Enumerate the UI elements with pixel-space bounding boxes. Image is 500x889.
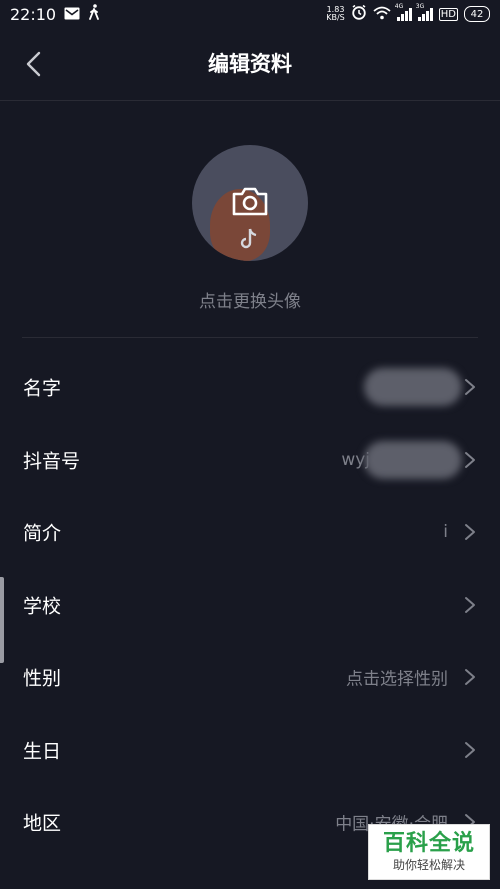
watermark-subtitle: 助你轻松解决 [392,858,465,872]
field-label: 名字 [23,377,62,400]
status-time: 22:10 [10,4,57,24]
battery-icon: 42 [464,6,490,22]
net-speed: 1.83 KB/S [326,6,345,22]
net-speed-unit: KB/S [326,13,345,22]
status-left: 22:10 [10,4,100,24]
walking-icon [88,4,100,24]
field-label: 抖音号 [23,450,81,473]
avatar[interactable] [192,145,308,261]
field-label: 性别 [23,667,62,690]
tiktok-logo-icon [240,228,257,249]
field-gender-row[interactable]: 性别 点击选择性别 [0,641,500,714]
signal-4g-icon: 4G [395,3,412,21]
redaction-blur [364,440,462,479]
chevron-right-icon [465,451,475,468]
watermark-title: 百科全说 [382,831,475,856]
redaction-blur [364,368,462,407]
chevron-right-icon [465,524,475,541]
field-school-row[interactable]: 学校 [0,569,500,642]
chevron-right-icon [465,596,475,613]
field-label: 简介 [23,522,62,545]
field-label: 地区 [23,812,62,835]
edit-profile-screen: 22:10 1.83 KB/S 4G 3G HD 42 编辑资料 点击更换头像 … [0,0,500,889]
field-value: i [443,522,448,543]
watermark-logo: 百科全说 助你轻松解决 [368,824,490,880]
message-icon [64,5,80,24]
avatar-section: 点击更换头像 [0,101,500,337]
field-name-row[interactable]: 名字 [0,351,500,424]
wifi-icon [373,5,391,24]
field-label: 学校 [23,595,62,618]
signal-4g-tag: 4G [394,3,404,10]
field-value: 点击选择性别 [346,669,448,690]
status-right: 1.83 KB/S 4G 3G HD 42 [326,3,490,24]
chevron-right-icon [465,741,475,758]
status-bar: 22:10 1.83 KB/S 4G 3G HD 42 [0,0,500,28]
divider [22,337,478,338]
page-title: 编辑资料 [208,52,292,76]
field-birthday-row[interactable]: 生日 [0,714,500,787]
chevron-right-icon [465,379,475,396]
edge-scroll-handle[interactable] [0,577,4,663]
camera-icon [232,187,268,216]
chevron-right-icon [465,669,475,686]
field-bio-row[interactable]: 简介 i [0,496,500,569]
hd-icon: HD [438,7,458,21]
alarm-icon [351,4,367,24]
field-douyin-id-row[interactable]: 抖音号 wyj [0,424,500,497]
profile-field-list: 名字 抖音号 wyj 简介 i 学校 性别 点击选择性别 生日 地区 [0,351,500,859]
nav-bar: 编辑资料 [0,28,500,101]
field-label: 生日 [23,740,62,763]
signal-3g-tag: 3G [415,3,425,10]
change-avatar-label[interactable]: 点击更换头像 [0,287,500,312]
signal-3g-icon: 3G [416,3,433,21]
